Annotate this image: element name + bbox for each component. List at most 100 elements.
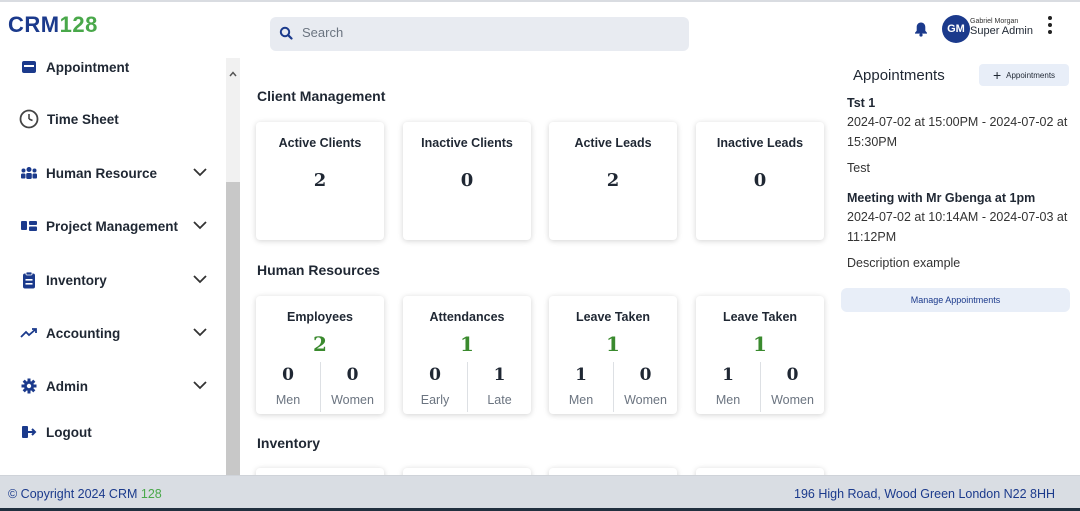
breakdown-label: Men: [275, 393, 301, 407]
gear-icon: [19, 376, 39, 396]
sidebar-item-human-resource[interactable]: Human Resource: [0, 156, 226, 190]
chevron-down-icon[interactable]: [192, 271, 208, 289]
breakdown-label: Early: [420, 393, 450, 407]
dashboard-main: Client Management Active Clients 2 Inact…: [240, 58, 840, 475]
avatar[interactable]: GM: [942, 15, 970, 43]
sidebar-scrollbar[interactable]: [226, 58, 240, 475]
sidebar-item-label: Appointment: [46, 59, 130, 75]
card-title: Inactive Leads: [716, 136, 804, 150]
card-title: Active Leads: [574, 136, 652, 150]
scroll-up-arrow-icon[interactable]: [229, 64, 237, 82]
sidebar-item-label: Inventory: [46, 272, 107, 288]
add-appointment-label: Appointments: [1006, 70, 1056, 80]
calendar-icon: [19, 57, 39, 77]
card-value: 0: [460, 170, 474, 191]
kanban-icon: [19, 216, 39, 236]
search-input[interactable]: [302, 25, 672, 40]
stat-card-employees[interactable]: Employees 2 0 Men 0 Women: [256, 296, 384, 414]
inventory-card[interactable]: [549, 468, 677, 475]
footer: © Copyright 2024 CRM 128 196 High Road, …: [0, 475, 1080, 511]
manage-appointments-button[interactable]: Manage Appointments: [841, 288, 1070, 312]
copyright-text: © Copyright 2024 CRM 128: [8, 487, 162, 501]
breakdown-label: Women: [771, 393, 814, 407]
card-title: Inactive Clients: [421, 136, 513, 150]
sidebar-item-appointment[interactable]: Appointment: [0, 50, 226, 84]
copyright-label: © Copyright 2024 CRM: [8, 487, 138, 501]
card-value: 1: [753, 332, 767, 356]
appointment-item[interactable]: Tst 1 2024-07-02 at 15:00PM - 2024-07-02…: [847, 96, 1072, 175]
search-bar[interactable]: [270, 17, 689, 51]
breakdown-label: Men: [568, 393, 594, 407]
search-icon: [279, 26, 293, 45]
chevron-down-icon[interactable]: [192, 217, 208, 235]
card-title: Leave Taken: [575, 310, 651, 324]
inventory-card[interactable]: [256, 468, 384, 475]
card-title: Employees: [286, 310, 353, 324]
more-options-icon[interactable]: [1043, 14, 1057, 36]
appointments-panel: Appointments + Appointments Tst 1 2024-0…: [840, 58, 1080, 475]
breakdown-label: Late: [487, 393, 512, 407]
section-title-human-resources: Human Resources: [257, 262, 380, 278]
stat-card-inactive-leads[interactable]: Inactive Leads 0: [696, 122, 824, 240]
copyright-number: 128: [140, 487, 162, 501]
sidebar-item-logout[interactable]: Logout: [0, 415, 226, 449]
inventory-card[interactable]: [696, 468, 824, 475]
breakdown-value: 0: [786, 365, 799, 385]
logout-icon: [19, 422, 39, 442]
appointment-title: Meeting with Mr Gbenga at 1pm: [847, 191, 1036, 205]
chevron-down-icon[interactable]: [192, 324, 208, 342]
card-title: Leave Taken: [722, 310, 798, 324]
appointments-title: Appointments: [853, 67, 945, 84]
sidebar-item-admin[interactable]: Admin: [0, 369, 226, 403]
card-value: 2: [606, 170, 620, 191]
breakdown-value: 0: [282, 365, 294, 385]
app-logo[interactable]: CRM128: [8, 12, 98, 38]
card-value: 0: [753, 170, 767, 191]
chevron-down-icon[interactable]: [192, 377, 208, 395]
scrollbar-thumb[interactable]: [226, 182, 240, 475]
card-breakdown: 0 Early 1 Late: [403, 362, 531, 412]
sidebar-item-label: Admin: [46, 378, 88, 394]
sidebar-item-accounting[interactable]: Accounting: [0, 316, 226, 350]
breakdown-value: 0: [346, 365, 359, 385]
people-icon: [19, 163, 39, 183]
clock-icon: [19, 109, 39, 129]
sidebar: Appointment Time Sheet Human Resource Pr…: [0, 58, 226, 475]
clipboard-icon: [19, 270, 39, 290]
breakdown-value: 1: [575, 365, 587, 385]
sidebar-item-label: Human Resource: [46, 165, 158, 181]
sidebar-item-label: Accounting: [46, 325, 121, 341]
stat-card-leave-taken[interactable]: Leave Taken 1 1 Men 0 Women: [549, 296, 677, 414]
breakdown-left: 0 Men: [256, 362, 320, 412]
stat-card-active-leads[interactable]: Active Leads 2: [549, 122, 677, 240]
breakdown-left: 1 Men: [549, 362, 613, 412]
breakdown-label: Men: [715, 393, 741, 407]
appointment-description: Test: [847, 161, 870, 175]
stat-card-inactive-clients[interactable]: Inactive Clients 0: [403, 122, 531, 240]
inventory-card[interactable]: [403, 468, 531, 475]
appointment-dates: 2024-07-02 at 15:00PM - 2024-07-02 at 15…: [847, 115, 1068, 149]
trend-icon: [19, 323, 39, 343]
stat-card-attendances[interactable]: Attendances 1 0 Early 1 Late: [403, 296, 531, 414]
sidebar-item-inventory[interactable]: Inventory: [0, 263, 226, 297]
sidebar-item-time-sheet[interactable]: Time Sheet: [0, 102, 226, 136]
card-value: 1: [606, 332, 620, 356]
breakdown-right: 0 Women: [320, 362, 384, 412]
sidebar-item-project-management[interactable]: Project Management: [0, 209, 226, 243]
appointment-title: Tst 1: [847, 96, 876, 110]
appointment-item[interactable]: Meeting with Mr Gbenga at 1pm 2024-07-02…: [847, 191, 1072, 270]
user-role: Super Admin: [970, 25, 1033, 37]
add-appointment-button[interactable]: + Appointments: [979, 64, 1069, 86]
card-title: Active Clients: [278, 136, 362, 150]
breakdown-left: 0 Early: [403, 362, 467, 412]
stat-card-active-clients[interactable]: Active Clients 2: [256, 122, 384, 240]
breakdown-right: 0 Women: [613, 362, 677, 412]
chevron-down-icon[interactable]: [192, 164, 208, 182]
stat-card-leave-taken-2[interactable]: Leave Taken 1 1 Men 0 Women: [696, 296, 824, 414]
card-value: 2: [313, 332, 327, 356]
sidebar-item-label: Logout: [46, 424, 92, 440]
notification-bell-icon[interactable]: [914, 21, 928, 42]
card-title: Attendances: [429, 310, 505, 324]
breakdown-label: Women: [624, 393, 667, 407]
card-breakdown: 1 Men 0 Women: [696, 362, 824, 412]
